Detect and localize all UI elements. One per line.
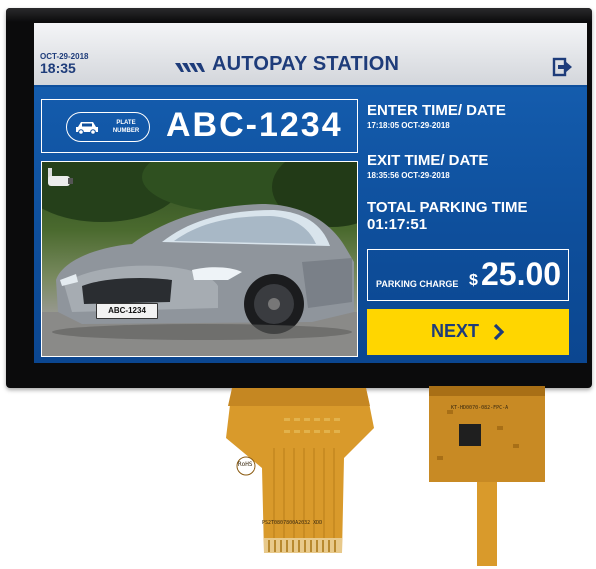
logo-icon: [175, 63, 205, 72]
badge-label-line1: PLATE: [116, 120, 136, 126]
lcd-flex-code: PS2T0807800A2032 XDD: [262, 520, 323, 526]
total-parking-time-label: TOTAL PARKING TIME: [367, 199, 528, 216]
lcd-flex-cable: [226, 388, 374, 553]
plate-number-value: ABC-1234: [166, 106, 343, 144]
chevron-right-icon: [493, 323, 505, 341]
vehicle-camera-photo: ABC-1234: [41, 161, 358, 357]
parking-charge-currency: $: [469, 272, 478, 289]
plate-number-panel: PLATE NUMBER ABC-1234: [41, 99, 358, 153]
plate-number-badge-label: PLATE NUMBER: [105, 119, 147, 135]
bezel-highlight: [6, 8, 592, 22]
parking-charge-label: PARKING CHARGE: [376, 279, 459, 289]
plate-number-badge: PLATE NUMBER: [66, 112, 150, 142]
next-button[interactable]: NEXT: [367, 309, 569, 355]
header-bar: OCT-29-2018 18:35 AUTOPAY STATION: [34, 23, 587, 87]
rohs-mark: RoHS: [238, 461, 253, 468]
exit-time-value: 18:35:56 OCT-29-2018: [367, 171, 450, 180]
app-title: AUTOPAY STATION: [212, 53, 400, 75]
badge-label-line2: NUMBER: [112, 128, 140, 134]
touch-flex-cable: [429, 386, 545, 566]
touch-flex-code: KT-HD0070-082-FPC-A: [451, 405, 509, 411]
vehicle-license-plate: ABC-1234: [96, 303, 158, 319]
enter-time-value: 17:18:05 OCT-29-2018: [367, 121, 450, 130]
display-module-bezel: OCT-29-2018 18:35 AUTOPAY STATION PLATE …: [6, 8, 592, 388]
exit-time-label: EXIT TIME/ DATE: [367, 152, 489, 169]
parking-charge-box: PARKING CHARGE $ 25.00: [367, 249, 569, 301]
header-time: 18:35: [40, 60, 76, 76]
parking-charge-amount: 25.00: [481, 256, 562, 292]
enter-time-label: ENTER TIME/ DATE: [367, 102, 506, 119]
total-parking-time-value: 01:17:51: [367, 216, 428, 233]
vehicle-image: [42, 162, 357, 356]
logout-icon[interactable]: [552, 57, 572, 77]
screen: OCT-29-2018 18:35 AUTOPAY STATION PLATE …: [34, 23, 587, 363]
car-icon: [76, 122, 98, 135]
next-button-label: NEXT: [431, 321, 480, 341]
